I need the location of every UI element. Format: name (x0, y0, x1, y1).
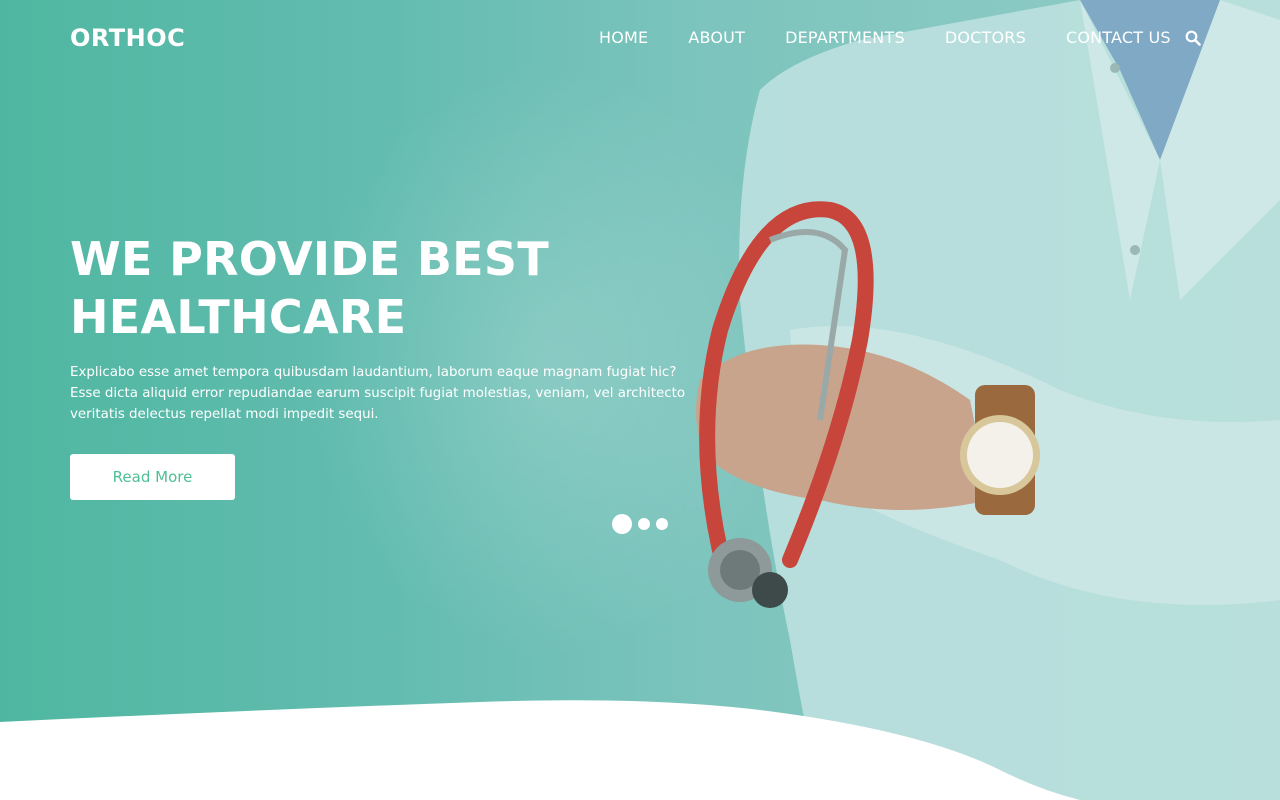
nav-link-departments[interactable]: DEPARTMENTS (785, 28, 905, 47)
hero-title-line2: HEALTHCARE (70, 290, 407, 344)
nav-link-doctors[interactable]: DOCTORS (945, 28, 1026, 47)
hero-banner: ORTHOC HOME ABOUT DEPARTMENTS DOCTORS CO… (0, 0, 1280, 800)
nav-link-about[interactable]: ABOUT (688, 28, 745, 47)
hero-title: WE PROVIDE BEST HEALTHCARE (70, 230, 690, 346)
carousel-dot-2[interactable] (638, 518, 650, 530)
search-icon[interactable] (1185, 30, 1201, 46)
carousel-dot-1[interactable] (612, 514, 632, 534)
navbar: ORTHOC HOME ABOUT DEPARTMENTS DOCTORS CO… (0, 0, 1280, 76)
carousel-dot-3[interactable] (656, 518, 668, 530)
hero-wave-divider (0, 700, 1080, 800)
hero-title-line1: WE PROVIDE BEST (70, 232, 550, 286)
brand-logo[interactable]: ORTHOC (70, 24, 185, 52)
hero-description: Explicabo esse amet tempora quibusdam la… (70, 365, 686, 422)
nav-link-home[interactable]: HOME (599, 28, 648, 47)
nav-link-contact-us[interactable]: CONTACT US (1066, 28, 1171, 47)
nav-links: HOME ABOUT DEPARTMENTS DOCTORS CONTACT U… (599, 28, 1171, 47)
read-more-button[interactable]: Read More (70, 454, 235, 500)
carousel-dots (612, 514, 674, 534)
